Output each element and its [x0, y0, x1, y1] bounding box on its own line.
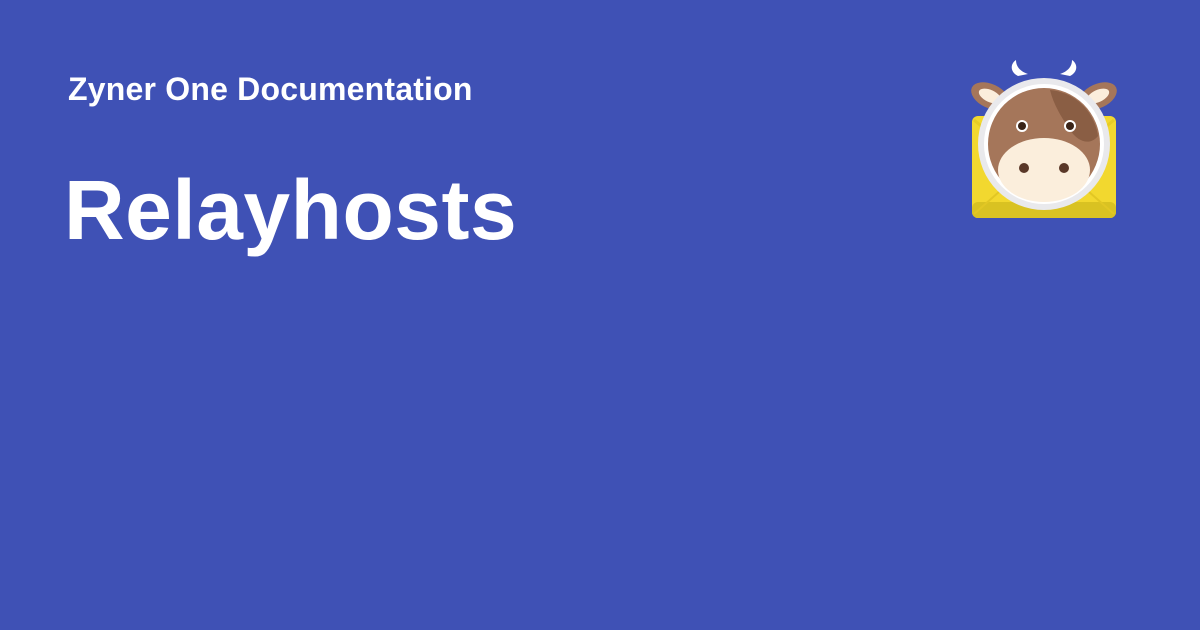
site-name: Zyner One Documentation — [68, 71, 473, 107]
cow-envelope-logo-icon — [966, 56, 1122, 224]
page-title: Relayhosts — [64, 163, 518, 257]
social-card: Zyner One Documentation Relayhosts — [0, 0, 1200, 630]
